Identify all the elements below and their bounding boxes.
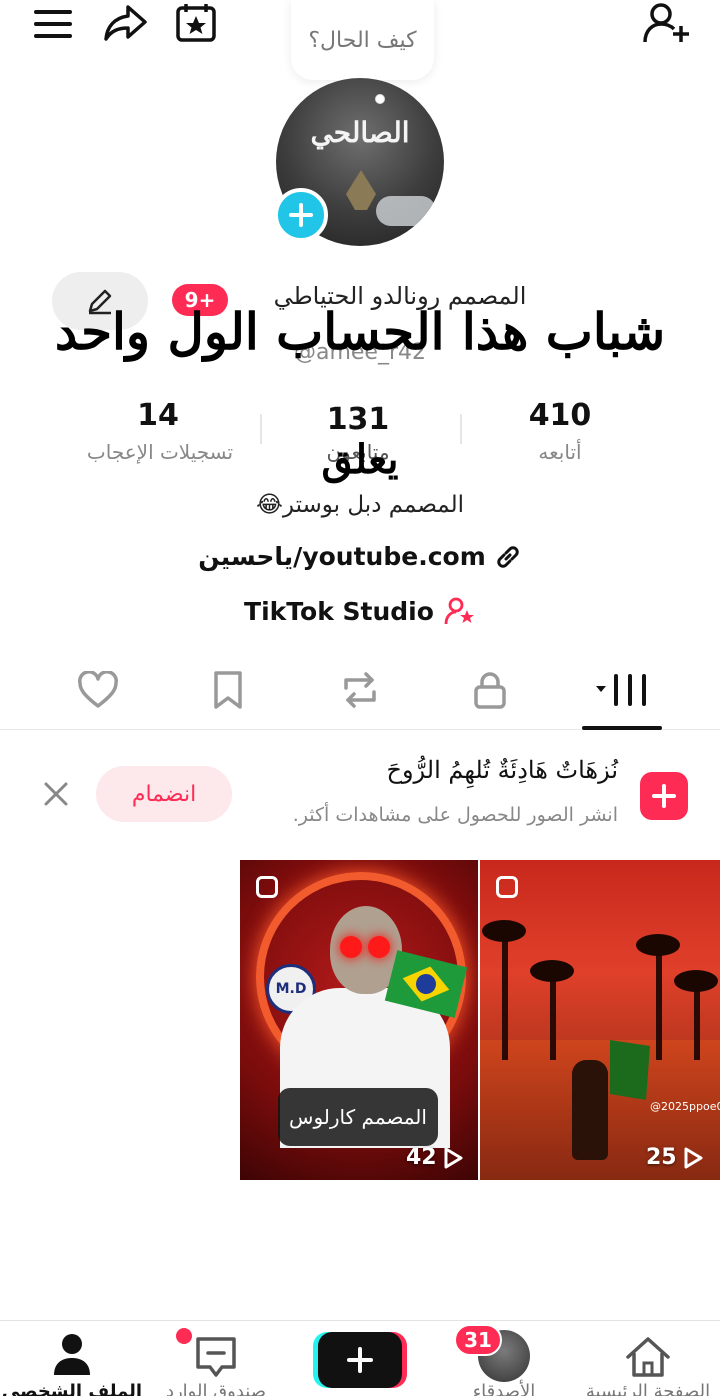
tab-videos[interactable]: [582, 650, 662, 730]
view-count-value: 25: [646, 1145, 677, 1170]
bio: المصمم دبل بوستر😂: [256, 492, 464, 518]
avatar-emblem: [346, 170, 376, 210]
nav-friends-label: الأصدقاء: [472, 1381, 536, 1396]
link-text: youtube.com/ياحسين: [198, 542, 486, 571]
repost-icon: [344, 672, 376, 708]
nav-home[interactable]: الصفحة الرئيسية: [576, 1321, 720, 1396]
nav-home-label: الصفحة الرئيسية: [585, 1381, 711, 1396]
overlay-caption-line1: شباب هذا الحساب الول واحد: [54, 302, 666, 361]
nav-inbox[interactable]: صندوق الوارد: [144, 1321, 288, 1396]
palm-tree: [550, 970, 556, 1060]
status-text: كيف الحال؟: [308, 27, 417, 53]
tiktok-studio-link[interactable]: TikTok Studio: [0, 596, 720, 626]
likes-count[interactable]: 14: [108, 398, 208, 433]
link-icon: [497, 545, 519, 568]
create-button[interactable]: [318, 1332, 402, 1388]
glowing-eye: [340, 936, 362, 958]
tab-liked[interactable]: [58, 650, 138, 730]
watermark: @2025ppoe0: [650, 1100, 720, 1113]
studio-label: TikTok Studio: [244, 596, 434, 626]
plus-icon: [289, 203, 313, 227]
nav-inbox-label: صندوق الوارد: [165, 1381, 267, 1396]
add-photo-icon: [640, 772, 688, 820]
following-count[interactable]: 410: [510, 398, 610, 433]
view-count: 25: [646, 1145, 703, 1170]
profile-icon: [54, 1334, 90, 1375]
glowing-eye: [368, 936, 390, 958]
followers-count[interactable]: 131: [308, 402, 408, 437]
profile-tabs: [0, 650, 720, 730]
lock-icon: [474, 672, 506, 709]
friends-badge: 31: [454, 1324, 502, 1356]
menu-icon[interactable]: [26, 2, 80, 46]
banner-subtitle: انشر الصور للحصول على مشاهدات أكثر.: [292, 804, 618, 826]
nav-profile[interactable]: الملف الشخصي: [0, 1321, 144, 1396]
creator-star-icon: [444, 597, 474, 625]
nav-profile-label: الملف الشخصي: [1, 1381, 143, 1396]
profile-link[interactable]: youtube.com/ياحسين: [0, 542, 720, 571]
inbox-notification-dot: [176, 1328, 192, 1344]
join-button[interactable]: انضمام: [96, 766, 232, 822]
inbox-icon: [196, 1337, 236, 1377]
palm-tree: [694, 980, 700, 1060]
club-logo-text: M.D: [275, 981, 307, 997]
bookmark-icon: [214, 671, 242, 709]
view-count-value: 42: [406, 1145, 437, 1170]
select-checkbox[interactable]: [496, 876, 518, 898]
video-thumbnail[interactable]: M.D المصمم كارلوس 42: [240, 860, 478, 1180]
status-bubble[interactable]: كيف الحال؟: [291, 0, 434, 80]
palm-tree: [656, 944, 662, 1060]
tab-private[interactable]: [450, 650, 530, 730]
videos-grid-icon: [596, 674, 646, 706]
video-thumbnail[interactable]: @2025ppoe0 25: [480, 860, 720, 1180]
play-icon: [444, 1147, 463, 1168]
palm-tree: [502, 930, 508, 1060]
calendar-star-icon[interactable]: [170, 0, 222, 46]
palm-leaves: [636, 934, 680, 956]
avatar-text: الصالحي: [310, 116, 410, 149]
add-avatar-button[interactable]: [274, 188, 328, 242]
tab-reposts[interactable]: [320, 650, 400, 730]
palm-leaves: [674, 970, 718, 992]
banner-title: نُزهَاتٌ هَادِئَةٌ تُلهِمُ الرُّوحَ: [386, 756, 618, 784]
close-icon[interactable]: [38, 776, 74, 812]
plus-icon: [347, 1347, 373, 1373]
active-tab-indicator: [582, 726, 662, 730]
tab-favorites[interactable]: [188, 650, 268, 730]
video-caption: المصمم كارلوس: [278, 1088, 438, 1146]
bubble-pointer: [375, 94, 385, 104]
green-flag: [610, 1040, 650, 1100]
palm-leaves: [530, 960, 574, 982]
add-friend-icon[interactable]: [640, 0, 694, 46]
overlay-caption-line2: يعلق: [321, 436, 399, 483]
heart-icon: [78, 671, 118, 708]
horse-rider: [572, 1060, 608, 1160]
palm-leaves: [482, 920, 526, 942]
select-checkbox[interactable]: [256, 876, 278, 898]
avatar-cloud: [376, 196, 436, 226]
play-icon: [684, 1147, 703, 1168]
home-icon: [626, 1337, 670, 1377]
share-icon[interactable]: [98, 0, 152, 46]
view-count: 42: [406, 1145, 463, 1170]
